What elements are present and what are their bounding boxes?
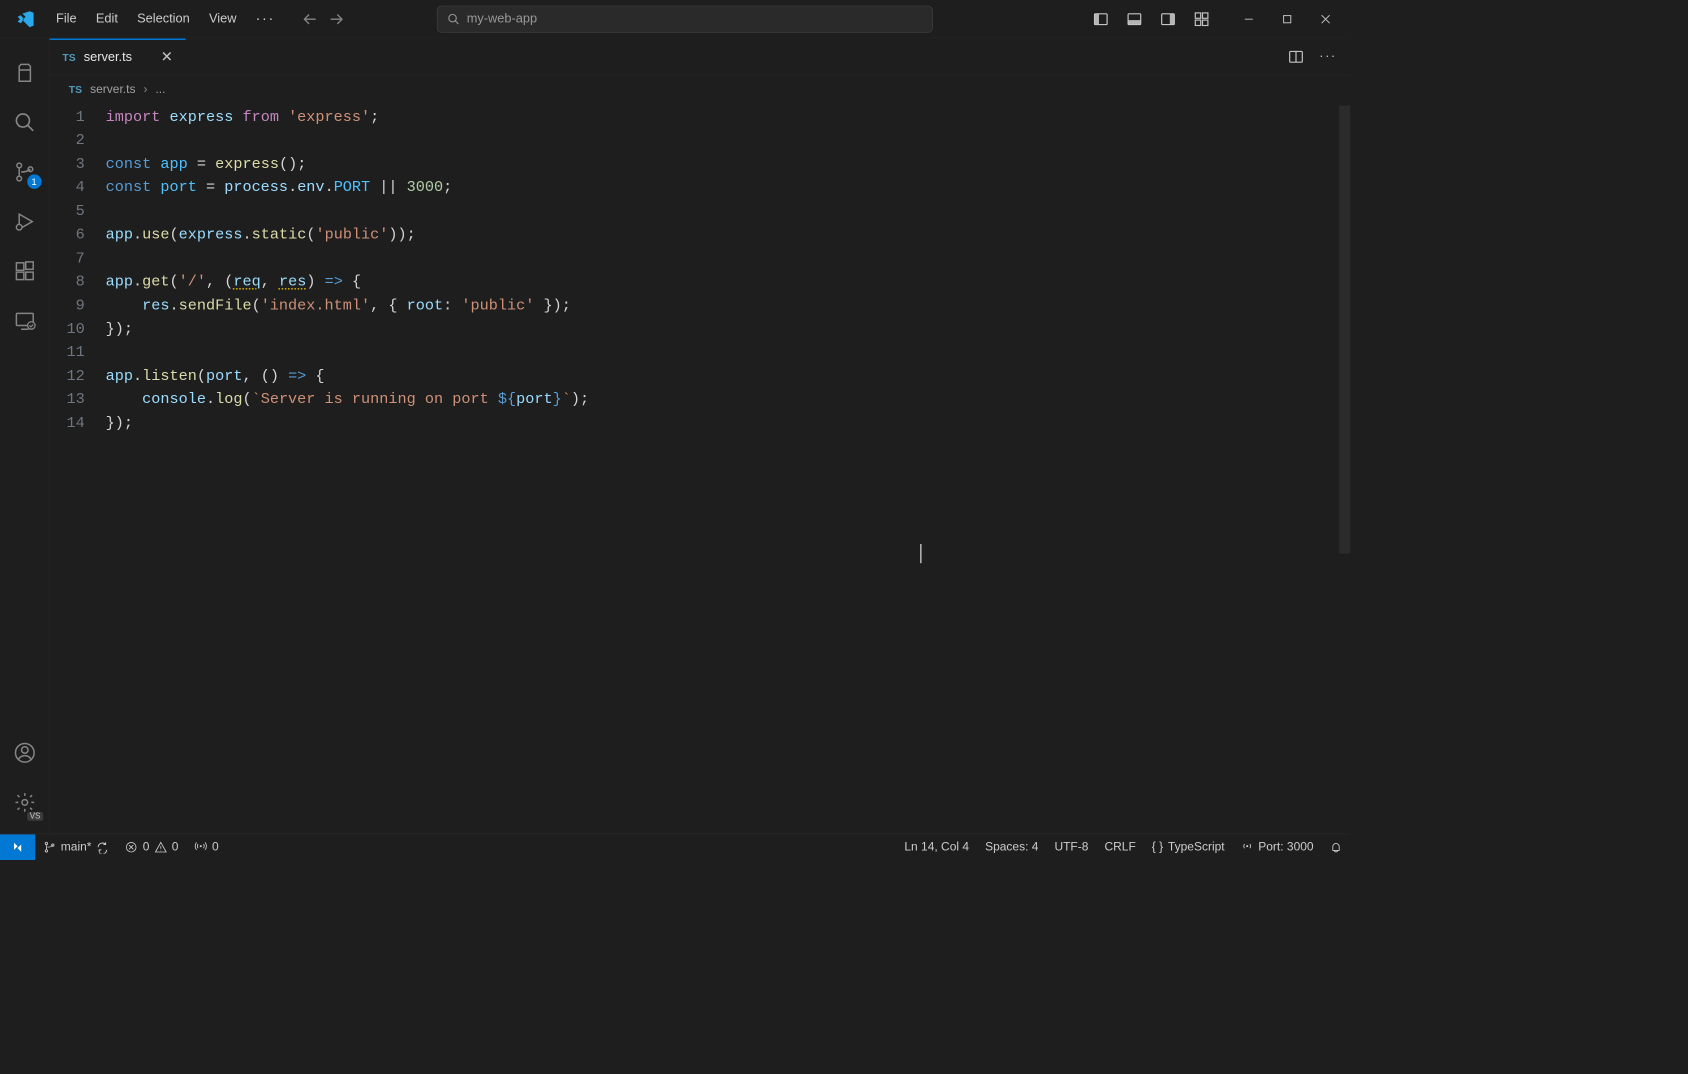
toggle-panel-icon[interactable]: [1118, 3, 1150, 35]
menu-selection[interactable]: Selection: [129, 7, 198, 31]
source-control-badge: 1: [27, 174, 41, 188]
code-content[interactable]: import express from 'express';const app …: [106, 102, 1351, 833]
menu-overflow-icon[interactable]: ···: [248, 6, 283, 32]
status-language-mode[interactable]: { } TypeScript: [1144, 834, 1233, 859]
warning-count: 0: [172, 840, 179, 854]
code-editor[interactable]: 1234567891011121314 import express from …: [50, 102, 1351, 833]
chevron-right-icon: ›: [143, 82, 147, 96]
status-cursor-position[interactable]: Ln 14, Col 4: [896, 834, 977, 859]
settings-badge: VS: [27, 812, 42, 821]
toggle-primary-sidebar-icon[interactable]: [1085, 3, 1117, 35]
main-area: 1 VS TS server.ts ✕ ··: [0, 38, 1350, 833]
status-port[interactable]: Port: 3000: [1233, 834, 1322, 859]
language-mode-text: TypeScript: [1168, 840, 1225, 854]
window-maximize-icon[interactable]: [1269, 3, 1306, 35]
breadcrumb-ts-icon: TS: [69, 83, 82, 95]
vscode-logo-icon: [14, 8, 36, 30]
activity-extensions-icon[interactable]: [0, 246, 49, 296]
status-problems[interactable]: 0 0: [117, 834, 186, 859]
activity-accounts-icon[interactable]: [0, 728, 49, 778]
breadcrumb-filename[interactable]: server.ts: [90, 82, 135, 96]
breadcrumb-tail[interactable]: ...: [155, 82, 165, 96]
editor-more-actions-icon[interactable]: ···: [1314, 42, 1343, 71]
tab-filename: server.ts: [84, 50, 132, 64]
status-eol[interactable]: CRLF: [1096, 834, 1143, 859]
activity-explorer-icon[interactable]: [0, 48, 49, 98]
editor-group: TS server.ts ✕ ··· TS server.ts › ... 12…: [50, 38, 1351, 833]
status-bar: main* 0 0 0 Ln 14, Col 4 Spaces: 4 UTF-8…: [0, 834, 1350, 860]
broadcast-icon: [1241, 840, 1254, 853]
typescript-file-icon: TS: [62, 51, 75, 63]
activity-bar: 1 VS: [0, 38, 50, 833]
text-cursor-icon: [920, 544, 922, 563]
error-icon: [125, 840, 138, 853]
sync-icon[interactable]: [96, 840, 109, 853]
activity-source-control-icon[interactable]: 1: [0, 147, 49, 197]
nav-back-icon[interactable]: [300, 9, 319, 28]
breadcrumb-bar[interactable]: TS server.ts › ...: [50, 75, 1351, 102]
customize-layout-icon[interactable]: [1186, 3, 1218, 35]
search-icon: [448, 12, 461, 25]
tab-bar: TS server.ts ✕ ···: [50, 38, 1351, 75]
braces-icon: { }: [1152, 840, 1163, 854]
command-center-search[interactable]: my-web-app: [437, 5, 933, 32]
scrollbar[interactable]: [1339, 106, 1350, 554]
port-text: Port: 3000: [1258, 840, 1313, 854]
window-close-icon[interactable]: [1307, 3, 1344, 35]
error-count: 0: [143, 840, 150, 854]
line-number-gutter: 1234567891011121314: [50, 102, 106, 833]
split-editor-icon[interactable]: [1282, 42, 1311, 71]
toggle-secondary-sidebar-icon[interactable]: [1152, 3, 1184, 35]
status-indentation[interactable]: Spaces: 4: [977, 834, 1046, 859]
git-branch-icon: [43, 840, 56, 853]
branch-name: main*: [61, 840, 92, 854]
window-minimize-icon[interactable]: [1230, 3, 1267, 35]
remote-indicator-icon[interactable]: [0, 834, 35, 860]
activity-search-icon[interactable]: [0, 98, 49, 148]
status-notifications-icon[interactable]: [1322, 834, 1351, 859]
radio-tower-icon: [194, 840, 207, 853]
tab-close-icon[interactable]: ✕: [161, 49, 173, 66]
activity-run-debug-icon[interactable]: [0, 197, 49, 247]
menu-view[interactable]: View: [201, 7, 245, 31]
status-ports-forwarded[interactable]: 0: [186, 834, 226, 859]
tab-server-ts[interactable]: TS server.ts ✕: [50, 38, 186, 74]
ports-forwarded-count: 0: [212, 840, 219, 854]
activity-remote-explorer-icon[interactable]: [0, 296, 49, 346]
status-encoding[interactable]: UTF-8: [1046, 834, 1096, 859]
menu-file[interactable]: File: [48, 7, 85, 31]
activity-settings-icon[interactable]: VS: [0, 778, 49, 828]
title-bar: File Edit Selection View ··· my-web-app: [0, 0, 1350, 38]
warning-icon: [154, 840, 167, 853]
menu-edit[interactable]: Edit: [88, 7, 126, 31]
status-branch[interactable]: main*: [35, 834, 117, 859]
search-text: my-web-app: [467, 12, 537, 26]
nav-forward-icon[interactable]: [326, 9, 345, 28]
